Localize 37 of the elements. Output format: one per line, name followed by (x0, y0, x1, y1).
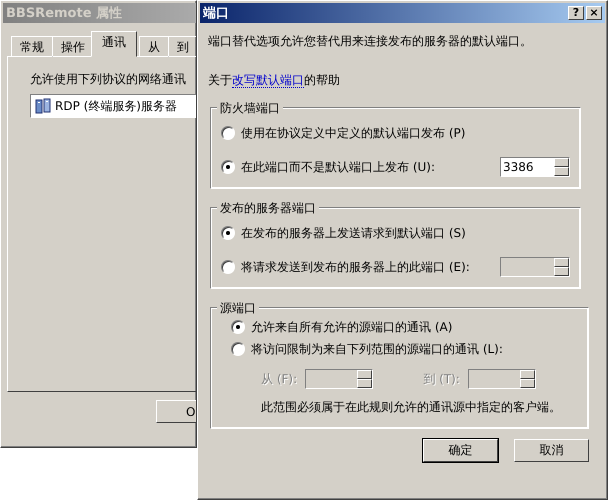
dialog-title: 端口 (203, 5, 230, 22)
ok-button[interactable]: O (156, 400, 196, 423)
protocol-list[interactable]: RDP (终端服务)服务器 (30, 94, 196, 118)
list-item[interactable]: RDP (终端服务)服务器 (55, 98, 177, 114)
radio-button[interactable] (231, 320, 245, 334)
radio-button[interactable] (231, 342, 245, 356)
tab[interactable]: 通讯 (91, 31, 137, 57)
help-button[interactable]: ? (568, 6, 584, 20)
radio-label[interactable]: 使用在协议定义中定义的默认端口发布 (P) (241, 124, 466, 142)
radio-button[interactable] (221, 260, 235, 274)
radio-label[interactable]: 允许来自所有允许的源端口的通讯 (A) (251, 318, 452, 336)
tab[interactable]: 常规 (11, 36, 53, 57)
spin-box (468, 369, 536, 389)
range-note: 此范围必须属于在此规则允许的通讯源中指定的客户端。 (260, 398, 561, 416)
prompt-label: 允许使用下列协议的网络通讯 (30, 71, 186, 88)
to-label: 到 (T): (423, 370, 460, 388)
group-title: 防火墙端口 (217, 100, 283, 117)
radio-label[interactable]: 在发布的服务器上发送请求到默认端口 (S) (241, 224, 466, 242)
radio-button[interactable] (221, 160, 235, 174)
server-icon (35, 98, 51, 114)
radio-label[interactable]: 将访问限制为来自下列范围的源端口的通讯 (L): (251, 340, 503, 358)
close-button[interactable]: × (586, 6, 602, 20)
cancel-button[interactable]: 取消 (514, 439, 589, 462)
tab[interactable]: 从 (139, 36, 169, 57)
radio-label[interactable]: 将请求发送到发布的服务器上的此端口 (E): (241, 258, 470, 276)
help-text: 关于改写默认端口 的帮助 (208, 72, 341, 89)
radio-button[interactable] (221, 226, 235, 240)
spin-box[interactable]: 3386 (500, 157, 570, 177)
window-title: BBSRemote 属性 (6, 5, 124, 22)
spin-box (305, 369, 374, 389)
radio-label[interactable]: 在此端口而不是默认端口上发布 (U): (241, 158, 436, 176)
radio-button[interactable] (221, 126, 235, 140)
ok-button[interactable]: 确定 (423, 439, 498, 462)
from-label: 从 (F): (261, 370, 298, 388)
help-link[interactable]: 改写默认端口 (232, 73, 304, 88)
description: 端口替代选项允许您替代用来连接发布的服务器的默认端口。 (208, 33, 533, 50)
group-title: 发布的服务器端口 (217, 200, 319, 217)
